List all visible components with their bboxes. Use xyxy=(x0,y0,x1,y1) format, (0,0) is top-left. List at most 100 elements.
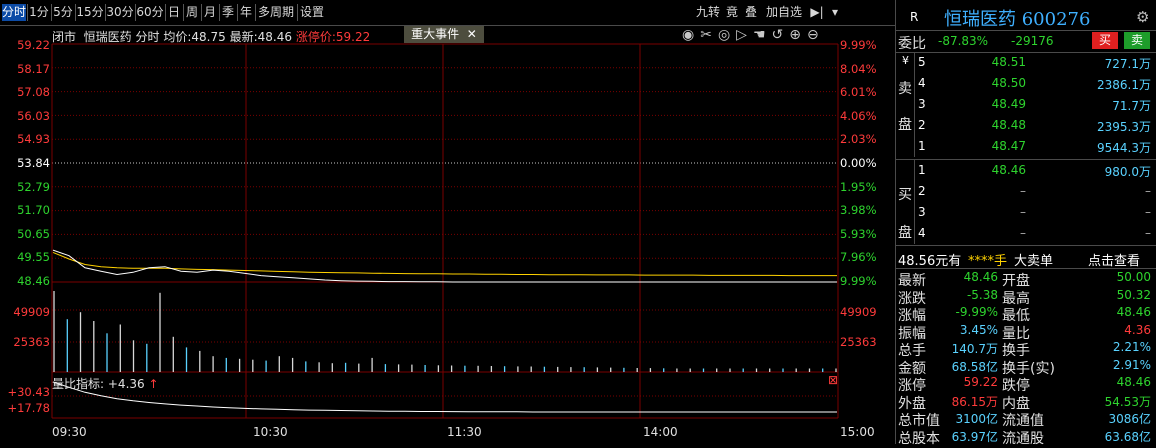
stat-value: 140.7万 xyxy=(951,342,998,356)
percent-tick-label: 8.04% xyxy=(840,61,877,76)
market-status: 闭市 xyxy=(52,30,77,44)
tab-period-6[interactable]: 日 xyxy=(166,4,182,21)
bid-price: 48.46 xyxy=(991,163,1026,177)
dropdown-icon[interactable]: ▾ xyxy=(828,4,842,21)
avg-price-label: 均价: xyxy=(163,30,192,44)
price-tick-label: 56.03 xyxy=(17,108,50,123)
tab-period-3[interactable]: 15分 xyxy=(76,4,104,21)
close-icon[interactable]: ✕ xyxy=(467,27,477,41)
average-price-line xyxy=(52,251,837,277)
volume-axis-mid-right: 25363 xyxy=(840,335,877,349)
time-label-1030: 10:30 xyxy=(253,425,288,439)
undo-icon[interactable]: ↺ xyxy=(772,27,790,43)
stat-value: 3086亿 xyxy=(1108,412,1151,426)
play-icon[interactable]: ▷ xyxy=(736,27,753,43)
eye-icon[interactable]: ◉ xyxy=(682,27,700,43)
tab-jing[interactable]: 竟 xyxy=(724,4,740,21)
percent-tick-label: 2.03% xyxy=(840,132,877,147)
stat-value: 2.21% xyxy=(1112,340,1151,354)
tab-period-7[interactable]: 周 xyxy=(184,4,200,21)
buy-side-label-2: 盘 xyxy=(898,225,912,241)
tab-period-12[interactable]: 设置 xyxy=(298,4,326,21)
time-label-1130: 11:30 xyxy=(447,425,482,439)
stat-value: 59.22 xyxy=(963,375,998,389)
chart-info-line: 闭市 恒瑞医药 分时 均价:48.75 最新:48.46 涨停价:59.22 xyxy=(52,28,370,45)
tab-period-2[interactable]: 5分 xyxy=(52,4,74,21)
big-order-hand: ****手 xyxy=(968,254,1008,269)
scissors-icon[interactable]: ✂ xyxy=(700,27,718,43)
percent-tick-label: 5.93% xyxy=(840,226,877,241)
last-price-value: 48.46 xyxy=(257,30,292,44)
ask-price: 48.49 xyxy=(991,97,1026,111)
tab-overlay[interactable]: 叠 xyxy=(743,4,759,21)
percent-tick-label: 3.98% xyxy=(840,203,877,218)
stat-value: 4.36 xyxy=(1124,322,1151,337)
time-label-1500: 15:00 xyxy=(840,425,875,439)
bid-vol: 980.0万 xyxy=(1104,165,1151,179)
zoom-in-icon[interactable]: ⊕ xyxy=(789,27,807,43)
gear-icon[interactable]: ⚙ xyxy=(1136,8,1149,26)
ask-lvl: 1 xyxy=(918,139,926,153)
price-tick-label: 58.17 xyxy=(17,61,50,76)
volume-axis-high: 49909 xyxy=(13,305,50,319)
tab-period-11[interactable]: 多周期 xyxy=(256,4,296,21)
percent-tick-label: 1.95% xyxy=(840,179,877,194)
tab-period-5[interactable]: 60分 xyxy=(136,4,164,21)
limit-price-value: 59.22 xyxy=(335,30,371,44)
sell-side-label-2: 盘 xyxy=(898,117,912,133)
percent-tick-label: 7.96% xyxy=(840,250,877,265)
bid-lvl: 2 xyxy=(918,184,926,198)
percent-tick-label: 0.00% xyxy=(840,156,877,170)
last-price-label: 最新: xyxy=(229,30,258,44)
price-tick-label: 52.79 xyxy=(17,179,50,194)
tab-period-0[interactable]: 分时 xyxy=(2,4,26,21)
stock-name: 恒瑞医药 xyxy=(944,9,1016,30)
close-indicator-icon[interactable]: ⊠ xyxy=(828,373,838,387)
stat-value: 68.58亿 xyxy=(951,359,998,374)
big-order-price: 48.56元有 xyxy=(898,254,962,269)
bid-price: – xyxy=(1020,205,1026,219)
tab-period-10[interactable]: 年 xyxy=(238,4,254,21)
major-events-tab[interactable]: 重大事件 ✕ xyxy=(404,26,484,43)
percent-tick-label: 4.06% xyxy=(840,108,877,123)
weibi-label: 委比 xyxy=(898,36,926,52)
stat-label: 总股本 xyxy=(898,430,940,447)
sell-side-label-1: 卖 xyxy=(898,81,912,97)
price-tick-label: 54.93 xyxy=(17,132,50,147)
tab-period-9[interactable]: 季 xyxy=(220,4,236,21)
bid-vol: – xyxy=(1145,184,1151,198)
arrow-up-icon: ↑ xyxy=(148,377,159,391)
hand-icon[interactable]: ☚ xyxy=(753,27,772,43)
big-order-link[interactable]: 点击查看 xyxy=(1088,250,1140,269)
zoom-out-icon[interactable]: ⊖ xyxy=(807,27,825,43)
bid-lvl: 3 xyxy=(918,205,926,219)
currency-icon: ¥ xyxy=(902,54,909,67)
price-tick-label: 49.55 xyxy=(17,250,50,265)
buy-button[interactable]: 买 xyxy=(1092,32,1118,49)
big-order-label: 大卖单 xyxy=(1014,254,1054,269)
price-tick-label: 48.46 xyxy=(17,274,50,288)
buy-side-label-1: 买 xyxy=(898,187,912,203)
tab-period-8[interactable]: 月 xyxy=(202,4,218,21)
period-toolbar: 分时 1分 5分 15分 30分 60分日周月季年多周期 设置 九转 竟 叠 加自选 ▶| … xyxy=(0,0,895,26)
time-label-1400: 14:00 xyxy=(643,425,678,439)
ask-lvl: 5 xyxy=(918,55,926,69)
add-watchlist-button[interactable]: 加自选 xyxy=(763,4,805,21)
tab-jiuzhuan[interactable]: 九转 xyxy=(695,4,721,21)
stat-value: -9.99% xyxy=(955,305,998,319)
stat-value: 48.46 xyxy=(1116,305,1151,319)
play-end-icon[interactable]: ▶| xyxy=(808,4,826,21)
sell-button[interactable]: 卖 xyxy=(1124,32,1150,49)
price-tick-label: 57.08 xyxy=(17,85,50,100)
price-tick-label: 50.65 xyxy=(17,226,50,241)
ask-lvl: 2 xyxy=(918,118,926,132)
tab-period-4[interactable]: 30分 xyxy=(106,4,134,21)
tab-period-1[interactable]: 1分 xyxy=(28,4,50,21)
percent-tick-label: 6.01% xyxy=(840,85,877,100)
indicator-label: 量比指标: xyxy=(52,377,105,391)
stat-value: 50.32 xyxy=(1116,287,1151,302)
target-icon[interactable]: ◎ xyxy=(718,27,736,43)
price-line xyxy=(52,249,837,283)
major-events-label: 重大事件 xyxy=(411,27,460,41)
stat-value: 50.00 xyxy=(1116,270,1151,284)
